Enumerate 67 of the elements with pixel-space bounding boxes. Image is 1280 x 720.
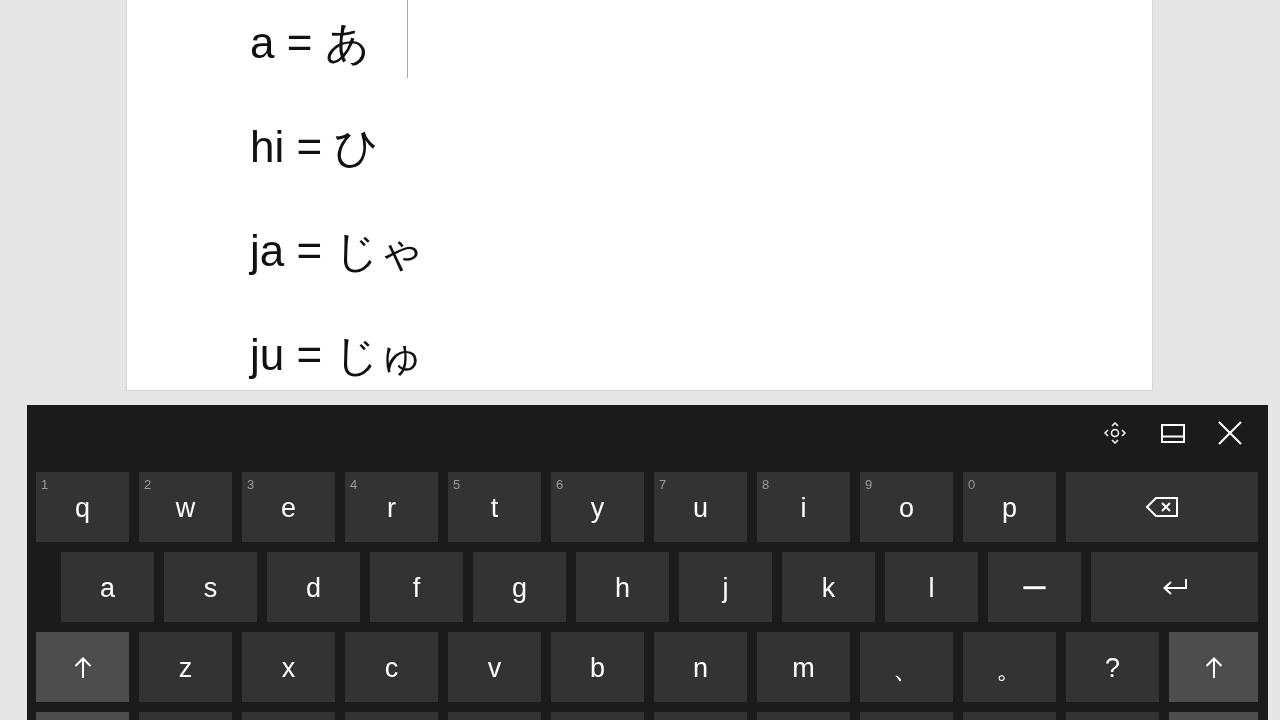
- keyboard-key[interactable]: d: [267, 552, 360, 622]
- number-hint: 6: [556, 477, 564, 493]
- window-icon[interactable]: [1161, 424, 1185, 443]
- keyboard-key[interactable]: x: [242, 632, 335, 702]
- keyboard-key[interactable]: j: [679, 552, 772, 622]
- shift-key[interactable]: [36, 632, 129, 702]
- keyboard-key[interactable]: c: [345, 632, 438, 702]
- keyboard-key[interactable]: 1 q: [36, 472, 129, 542]
- keyboard-key[interactable]: [242, 712, 335, 720]
- arrow-up-icon: [73, 656, 92, 678]
- keyboard-key[interactable]: 。: [963, 632, 1056, 702]
- keyboard-key[interactable]: 0 p: [963, 472, 1056, 542]
- keyboard-key[interactable]: [448, 712, 541, 720]
- backspace-icon: [1146, 497, 1178, 517]
- number-hint: 3: [247, 477, 255, 493]
- keyboard-key[interactable]: ー: [988, 552, 1081, 622]
- keyboard-key[interactable]: z: [139, 632, 232, 702]
- keyboard-key[interactable]: ?: [1066, 632, 1159, 702]
- keyboard-key[interactable]: 2 w: [139, 472, 232, 542]
- keyboard-key[interactable]: 7 u: [654, 472, 747, 542]
- keyboard-key[interactable]: [860, 712, 953, 720]
- number-hint: 9: [865, 477, 873, 493]
- close-icon[interactable]: [1218, 421, 1242, 445]
- keyboard-key[interactable]: 9 o: [860, 472, 953, 542]
- keyboard-key[interactable]: s: [164, 552, 257, 622]
- keyboard-key[interactable]: 3 e: [242, 472, 335, 542]
- number-hint: 4: [350, 477, 358, 493]
- keyboard-key[interactable]: v: [448, 632, 541, 702]
- keyboard-key[interactable]: [963, 712, 1056, 720]
- enter-icon: [1161, 577, 1188, 597]
- entry-text: hi = ひ: [250, 121, 380, 173]
- enter-key[interactable]: [1091, 552, 1258, 622]
- keyboard-key[interactable]: g: [473, 552, 566, 622]
- keyboard-key[interactable]: [345, 712, 438, 720]
- keyboard-key[interactable]: f: [370, 552, 463, 622]
- backspace-key[interactable]: [1066, 472, 1258, 542]
- arrow-up-icon: [1204, 656, 1223, 678]
- move-icon[interactable]: [1104, 422, 1126, 444]
- keyboard-key[interactable]: [36, 712, 129, 720]
- keyboard-key[interactable]: [1066, 712, 1159, 720]
- keyboard-key[interactable]: [1169, 712, 1258, 720]
- number-hint: 2: [144, 477, 152, 493]
- keyboard-key[interactable]: a: [61, 552, 154, 622]
- number-hint: 8: [762, 477, 770, 493]
- number-hint: 5: [453, 477, 461, 493]
- keyboard-key[interactable]: n: [654, 632, 747, 702]
- keyboard-key[interactable]: 4 r: [345, 472, 438, 542]
- entry-text: ja = じゃ: [250, 225, 425, 277]
- number-hint: 7: [659, 477, 667, 493]
- shift-key[interactable]: [1169, 632, 1258, 702]
- keyboard-key[interactable]: k: [782, 552, 875, 622]
- keyboard-key[interactable]: 8 i: [757, 472, 850, 542]
- keyboard-key[interactable]: m: [757, 632, 850, 702]
- keyboard-key[interactable]: [654, 712, 747, 720]
- number-hint: 1: [41, 477, 49, 493]
- keyboard-key[interactable]: [551, 712, 644, 720]
- keyboard-key[interactable]: b: [551, 632, 644, 702]
- keyboard-key[interactable]: 5 t: [448, 472, 541, 542]
- keyboard-key[interactable]: l: [885, 552, 978, 622]
- entry-text: ju = じゅ: [250, 329, 425, 381]
- keyboard-key[interactable]: h: [576, 552, 669, 622]
- number-hint: 0: [968, 477, 976, 493]
- keyboard-key[interactable]: [139, 712, 232, 720]
- entry-text: a = あ: [250, 17, 370, 69]
- keyboard-key[interactable]: 、: [860, 632, 953, 702]
- keyboard-key[interactable]: 6 y: [551, 472, 644, 542]
- keyboard-key[interactable]: [757, 712, 850, 720]
